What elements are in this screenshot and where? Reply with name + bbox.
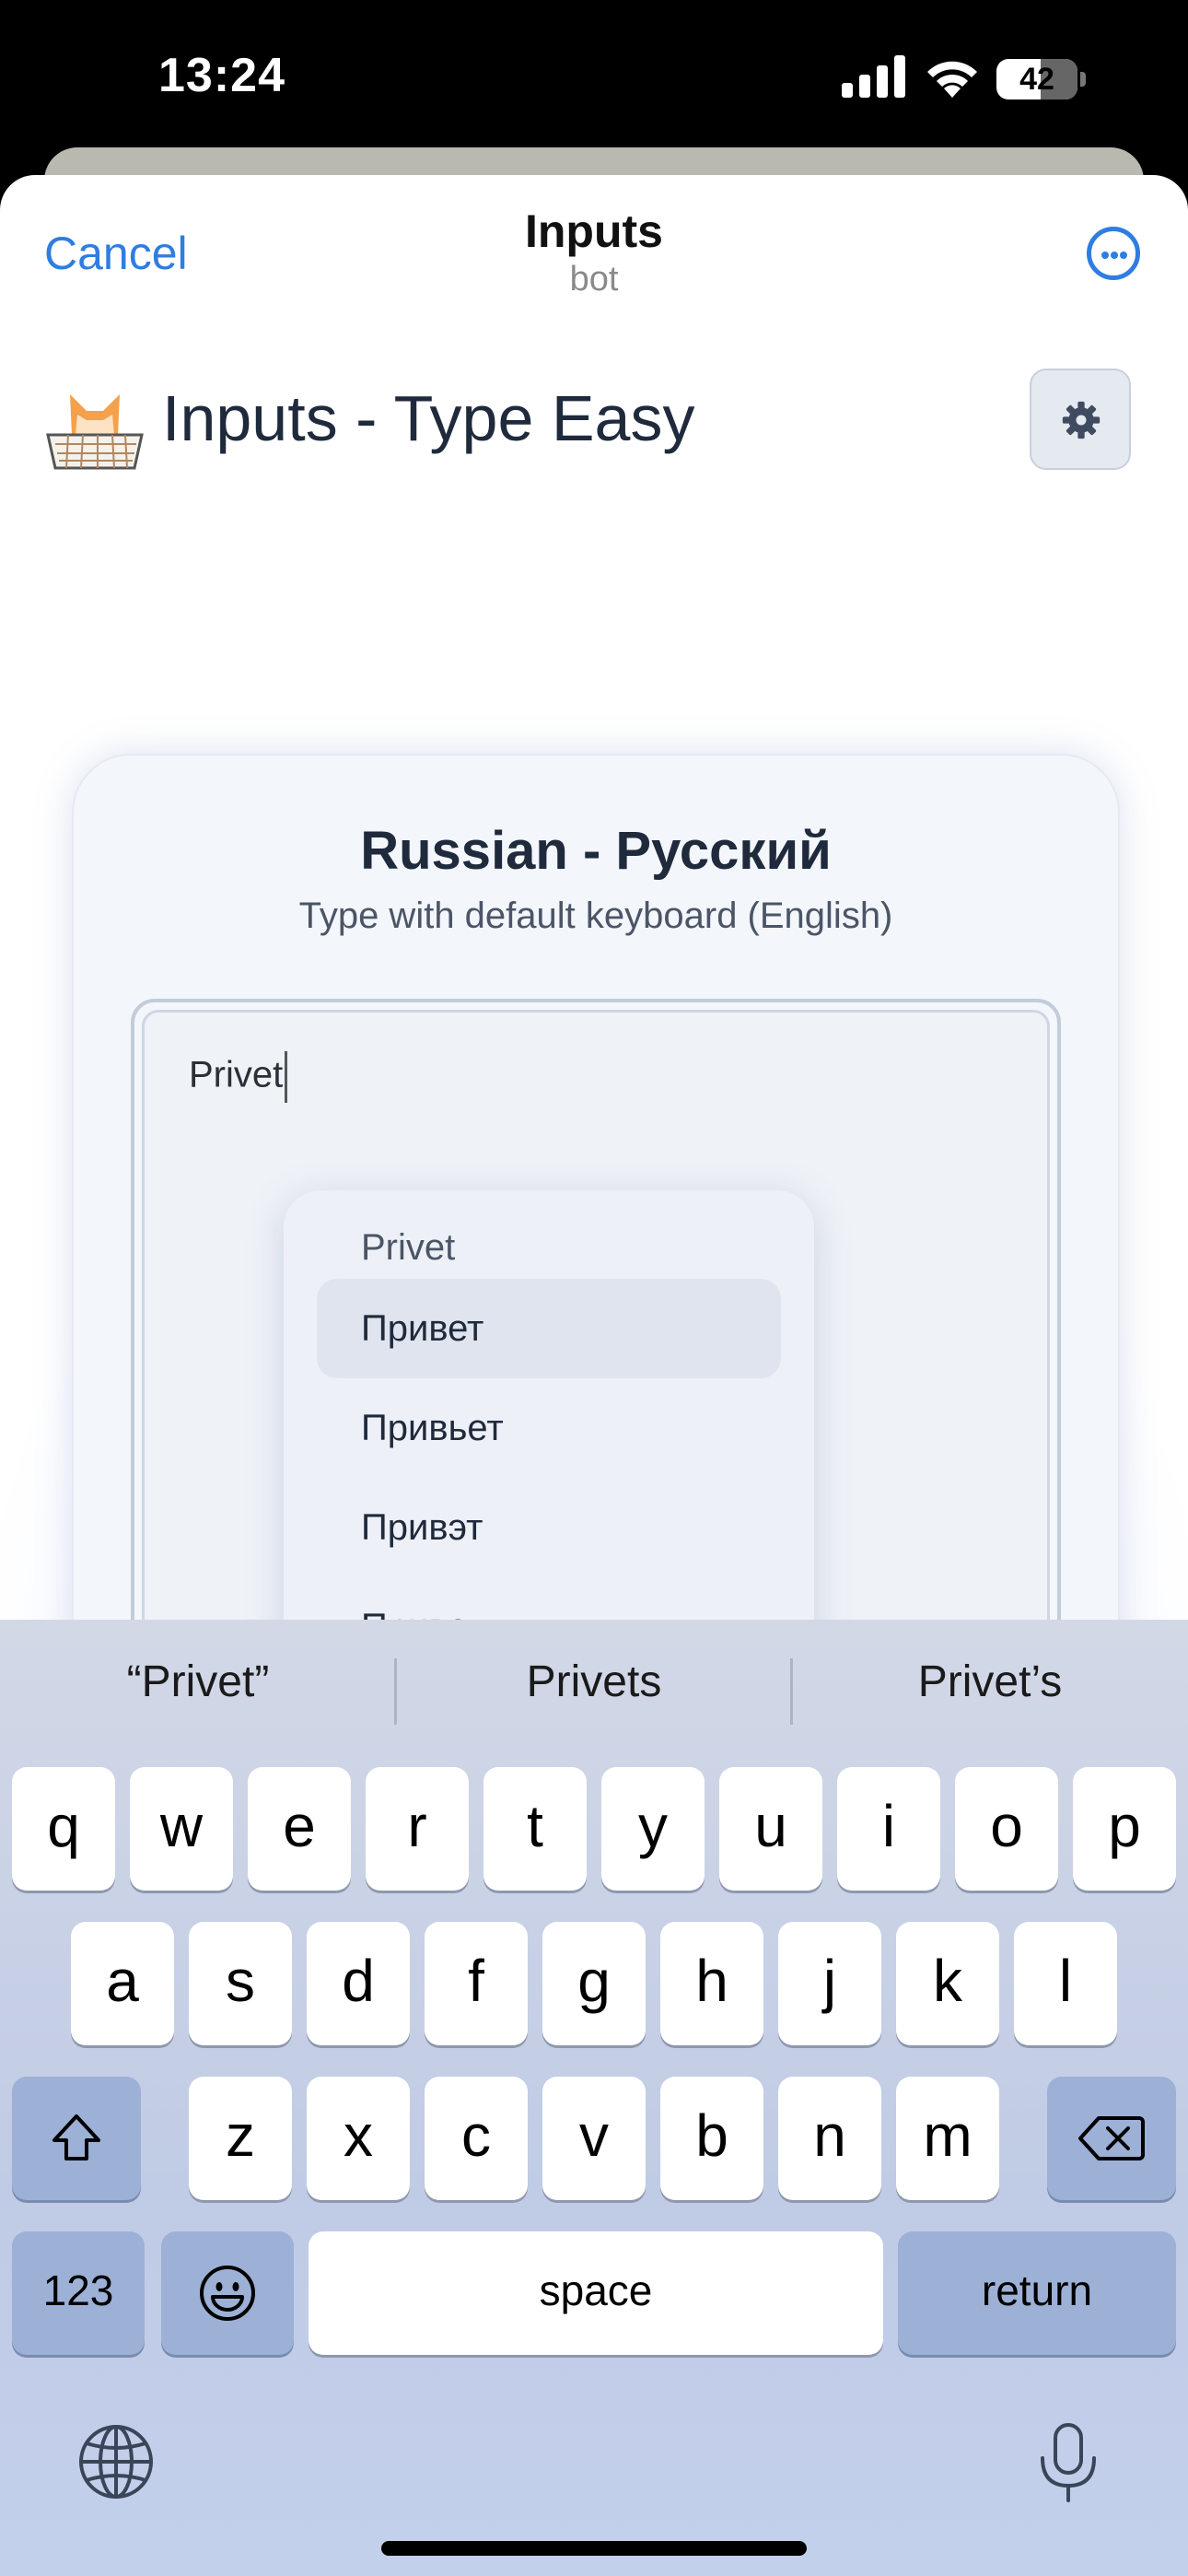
emoji-key[interactable]: [161, 2231, 294, 2355]
prediction-3[interactable]: Privet’s: [792, 1657, 1188, 1707]
language-title: Russian - Русский: [360, 821, 832, 881]
key-h[interactable]: h: [660, 1922, 763, 2045]
language-subtitle: Type with default keyboard (English): [298, 896, 893, 936]
numbers-key[interactable]: 123: [12, 2231, 145, 2355]
settings-button[interactable]: [1030, 369, 1131, 470]
key-i[interactable]: i: [837, 1767, 940, 1891]
shift-icon: [52, 2114, 100, 2160]
key-o[interactable]: o: [955, 1767, 1058, 1891]
prediction-1[interactable]: “Privet”: [0, 1657, 396, 1707]
key-t[interactable]: t: [483, 1767, 587, 1891]
key-m[interactable]: m: [896, 2077, 999, 2200]
backspace-icon: [1078, 2116, 1145, 2160]
text-input-value: Privet: [189, 1051, 288, 1103]
key-k[interactable]: k: [896, 1922, 999, 2045]
key-b[interactable]: b: [660, 2077, 763, 2200]
key-x[interactable]: x: [307, 2077, 410, 2200]
key-u[interactable]: u: [719, 1767, 822, 1891]
cellular-signal-icon: [842, 55, 905, 98]
cat-keyboard-logo-icon: [46, 394, 144, 470]
status-bar: 13:24 42: [0, 0, 1188, 161]
nav-subtitle: bot: [569, 260, 619, 299]
key-q[interactable]: q: [12, 1767, 115, 1891]
suggestion-item[interactable]: Привьет: [317, 1378, 781, 1478]
key-y[interactable]: y: [601, 1767, 705, 1891]
nav-title: Inputs: [525, 205, 663, 257]
microphone-icon[interactable]: [1037, 2421, 1100, 2504]
key-g[interactable]: g: [542, 1922, 646, 2045]
key-e[interactable]: e: [248, 1767, 351, 1891]
suggestion-item[interactable]: Привет: [317, 1279, 781, 1378]
key-s[interactable]: s: [189, 1922, 292, 2045]
emoji-icon: [200, 2266, 255, 2321]
wifi-icon: [927, 61, 977, 98]
key-p[interactable]: p: [1073, 1767, 1176, 1891]
key-l[interactable]: l: [1014, 1922, 1117, 2045]
battery-level: 42: [1019, 62, 1054, 97]
backspace-key[interactable]: [1047, 2077, 1176, 2200]
gear-icon: [1062, 401, 1101, 439]
shift-key[interactable]: [12, 2077, 141, 2200]
battery-icon: 42: [996, 59, 1087, 100]
key-c[interactable]: c: [425, 2077, 528, 2200]
key-w[interactable]: w: [130, 1767, 233, 1891]
key-j[interactable]: j: [778, 1922, 881, 2045]
key-d[interactable]: d: [307, 1922, 410, 2045]
text-caret: [285, 1051, 288, 1103]
space-key[interactable]: space: [309, 2231, 883, 2355]
prediction-2[interactable]: Privets: [396, 1657, 792, 1707]
status-time: 13:24: [158, 49, 285, 102]
keyboard: “Privet” Privets Privet’s q w e r t y u …: [0, 1620, 1188, 2576]
suggestion-original[interactable]: Privet: [361, 1227, 455, 1269]
key-r[interactable]: r: [366, 1767, 469, 1891]
key-v[interactable]: v: [542, 2077, 646, 2200]
key-a[interactable]: a: [71, 1922, 174, 2045]
more-options-icon[interactable]: [1087, 227, 1140, 280]
key-f[interactable]: f: [425, 1922, 528, 2045]
key-n[interactable]: n: [778, 2077, 881, 2200]
home-indicator: [381, 2541, 807, 2556]
return-key[interactable]: return: [898, 2231, 1176, 2355]
key-z[interactable]: z: [189, 2077, 292, 2200]
app-title: Inputs - Type Easy: [162, 382, 695, 454]
globe-icon[interactable]: [77, 2423, 155, 2500]
suggestion-item[interactable]: Привэт: [317, 1478, 781, 1577]
predictive-text-bar: “Privet” Privets Privet’s: [0, 1620, 1188, 1767]
